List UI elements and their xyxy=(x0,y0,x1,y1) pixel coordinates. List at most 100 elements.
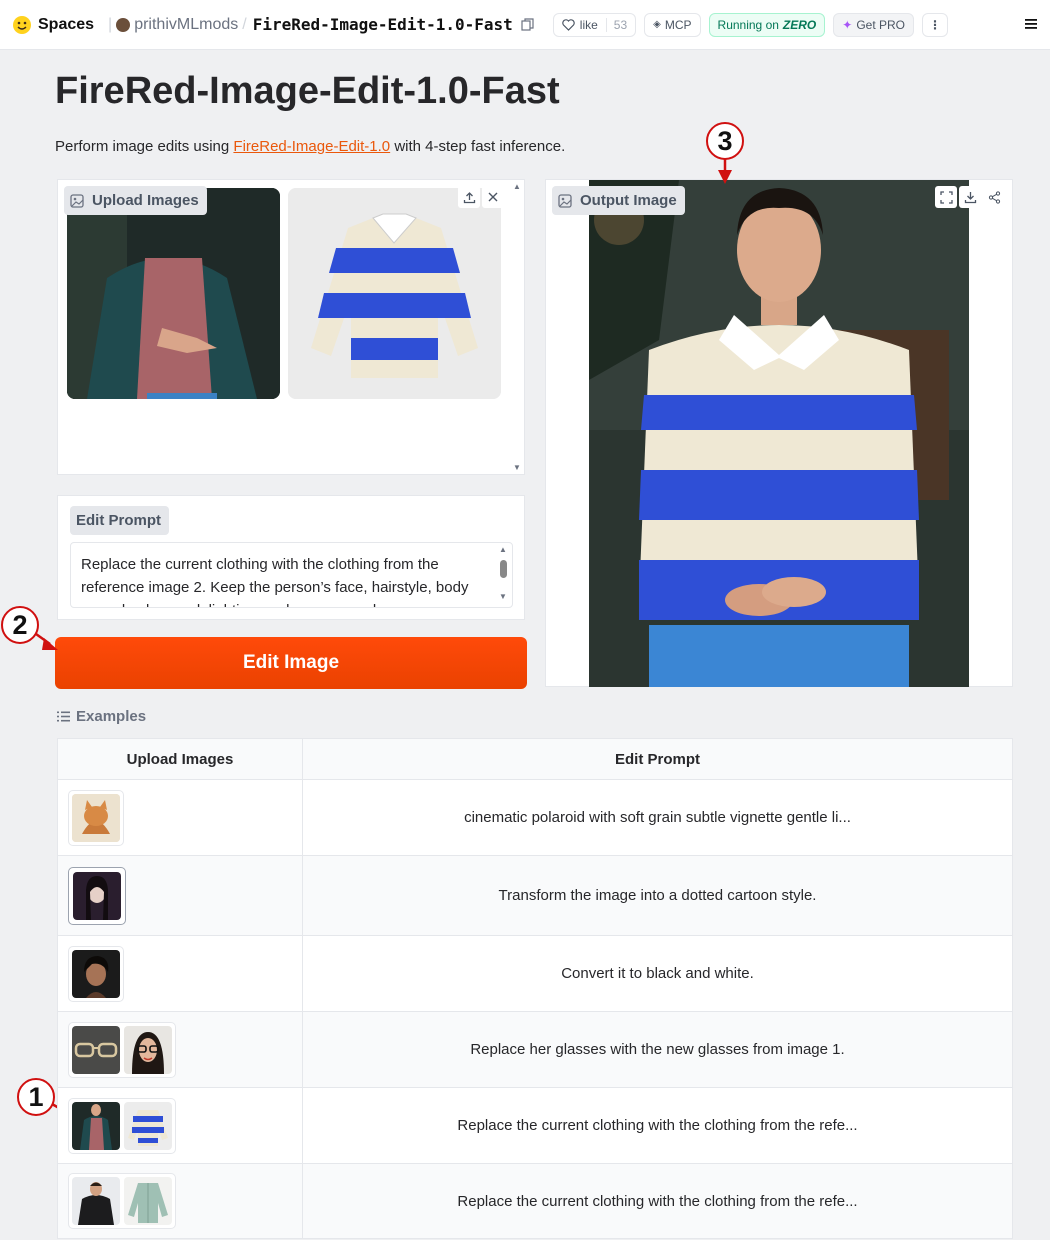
example-thumbnail-group[interactable] xyxy=(68,1021,176,1078)
upload-images-label: Upload Images xyxy=(64,186,207,215)
denim-jacket-photo xyxy=(124,1177,172,1225)
output-image-label-text: Output Image xyxy=(580,192,677,209)
example-row-3[interactable]: Convert it to black and white. xyxy=(58,936,1012,1012)
example-thumb-portrait-dark[interactable] xyxy=(73,871,121,920)
shirt-photo xyxy=(288,188,501,399)
person-mini-photo xyxy=(72,1101,120,1150)
column-header-upload-images: Upload Images xyxy=(58,739,303,779)
example-row-6[interactable]: Replace the current clothing with the cl… xyxy=(58,1164,1012,1238)
owner-link[interactable]: prithivMLmods xyxy=(134,16,238,34)
cat-photo xyxy=(72,793,120,842)
example-thumb-denim-jacket[interactable] xyxy=(124,1177,172,1225)
spaces-link[interactable]: Spaces xyxy=(38,16,94,34)
column-header-edit-prompt: Edit Prompt xyxy=(615,750,700,768)
upload-scrollbar[interactable]: ▲ ▼ xyxy=(510,180,524,474)
fullscreen-button[interactable] xyxy=(935,186,957,208)
edit-prompt-label: Edit Prompt xyxy=(70,506,169,535)
upload-images-panel[interactable]: Upload Images ▲ ▼ xyxy=(57,179,525,475)
annotation-arrow-2 xyxy=(35,632,58,650)
download-button[interactable] xyxy=(959,186,981,208)
example-thumb-glasses[interactable] xyxy=(72,1025,120,1074)
model-link[interactable]: FireRed-Image-Edit-1.0 xyxy=(233,138,390,155)
desc-suffix: with 4-step fast inference. xyxy=(390,138,566,155)
examples-table: Upload Images Edit Prompt cinematic pola… xyxy=(57,738,1013,1239)
example-thumbnail-group[interactable] xyxy=(68,1173,176,1229)
copy-icon[interactable] xyxy=(521,17,535,32)
edit-prompt-textarea[interactable]: Replace the current clothing with the cl… xyxy=(70,542,513,608)
example-thumb-striped-shirt[interactable] xyxy=(124,1101,172,1150)
more-vertical-icon: ⋮ xyxy=(929,17,942,32)
example-thumb-woman-glasses[interactable] xyxy=(124,1025,172,1074)
example-thumbnail-group[interactable] xyxy=(68,866,126,925)
heart-icon xyxy=(562,18,575,31)
example-thumb-portrait[interactable] xyxy=(72,949,120,998)
path-separator: / xyxy=(242,15,247,33)
brand-separator: | xyxy=(108,15,113,33)
example-prompt-cell: Replace the current clothing with the cl… xyxy=(457,1117,858,1134)
huggingface-logo-icon[interactable] xyxy=(12,15,32,35)
more-options-button[interactable]: ⋮ xyxy=(922,12,949,37)
fullscreen-icon xyxy=(939,190,953,204)
scrollbar-thumb[interactable] xyxy=(500,560,507,578)
woman-glasses-photo xyxy=(124,1025,172,1074)
example-images-cell xyxy=(58,780,303,855)
example-thumb-man-jacket[interactable] xyxy=(72,1177,120,1225)
space-name[interactable]: FireRed-Image-Edit-1.0-Fast xyxy=(253,15,513,34)
like-label: like xyxy=(579,17,598,32)
clear-upload-button[interactable] xyxy=(482,186,504,208)
example-row-2[interactable]: Transform the image into a dotted cartoo… xyxy=(58,856,1012,936)
glasses-photo xyxy=(72,1025,120,1074)
scroll-up-arrow-icon[interactable]: ▲ xyxy=(513,182,521,191)
get-pro-label: Get PRO xyxy=(856,17,906,32)
mcp-badge[interactable]: ◈ MCP xyxy=(644,12,701,37)
example-thumb-cat[interactable] xyxy=(72,793,120,842)
image-icon xyxy=(558,193,572,208)
examples-label-text: Examples xyxy=(76,708,147,725)
uploaded-image-shirt[interactable] xyxy=(288,188,501,399)
example-images-cell xyxy=(58,936,303,1011)
output-photo xyxy=(589,180,969,687)
output-image[interactable] xyxy=(589,180,969,687)
get-pro-button[interactable]: ✦ Get PRO xyxy=(833,12,915,37)
output-image-label: Output Image xyxy=(552,186,685,215)
page-description: Perform image edits using FireRed-Image-… xyxy=(55,138,565,155)
example-thumbnail-group[interactable] xyxy=(68,789,124,846)
example-prompt-cell: Replace the current clothing with the cl… xyxy=(457,1192,858,1210)
running-status-badge[interactable]: Running on ZERO xyxy=(708,12,826,37)
example-row-4[interactable]: Replace her glasses with the new glasses… xyxy=(58,1012,1012,1088)
owner-avatar[interactable] xyxy=(116,17,131,32)
prompt-scrollbar[interactable]: ▲ ▼ xyxy=(498,545,510,605)
share-icon xyxy=(988,190,1000,204)
example-row-5[interactable]: Replace the current clothing with the cl… xyxy=(58,1088,1012,1164)
upload-button[interactable] xyxy=(458,186,480,208)
share-button[interactable] xyxy=(983,186,1005,208)
examples-heading: Examples xyxy=(57,708,146,725)
annotation-arrow-3 xyxy=(718,158,732,184)
download-icon xyxy=(964,191,976,203)
example-thumbnail-group[interactable] xyxy=(68,945,124,1002)
like-button[interactable]: like 53 xyxy=(552,12,637,37)
hamburger-menu-icon[interactable] xyxy=(1024,17,1038,31)
example-row-1[interactable]: cinematic polaroid with soft grain subtl… xyxy=(58,780,1012,856)
annotation-marker-3: 3 xyxy=(706,122,744,160)
like-count: 53 xyxy=(605,17,627,32)
example-prompt-cell: Replace her glasses with the new glasses… xyxy=(470,1041,845,1058)
man-jacket-photo xyxy=(72,1177,120,1225)
mcp-icon: ◈ xyxy=(653,19,661,30)
scroll-up-arrow-icon[interactable]: ▲ xyxy=(499,545,507,554)
running-label: Running on xyxy=(717,17,779,32)
list-icon xyxy=(57,711,70,722)
upload-images-label-text: Upload Images xyxy=(92,192,199,209)
examples-header-row: Upload Images Edit Prompt xyxy=(58,739,1012,780)
person-photo xyxy=(67,188,280,399)
scroll-down-arrow-icon[interactable]: ▼ xyxy=(499,592,507,601)
example-thumb-person[interactable] xyxy=(72,1101,120,1150)
example-thumbnail-group[interactable] xyxy=(68,1097,176,1154)
uploaded-image-person[interactable] xyxy=(67,188,280,399)
edit-image-button[interactable]: Edit Image xyxy=(55,637,527,689)
portrait-photo xyxy=(72,949,120,998)
example-images-cell xyxy=(58,1012,303,1087)
example-prompt-cell: Convert it to black and white. xyxy=(561,965,754,982)
sparkle-icon: ✦ xyxy=(842,17,853,32)
scroll-down-arrow-icon[interactable]: ▼ xyxy=(513,463,521,472)
